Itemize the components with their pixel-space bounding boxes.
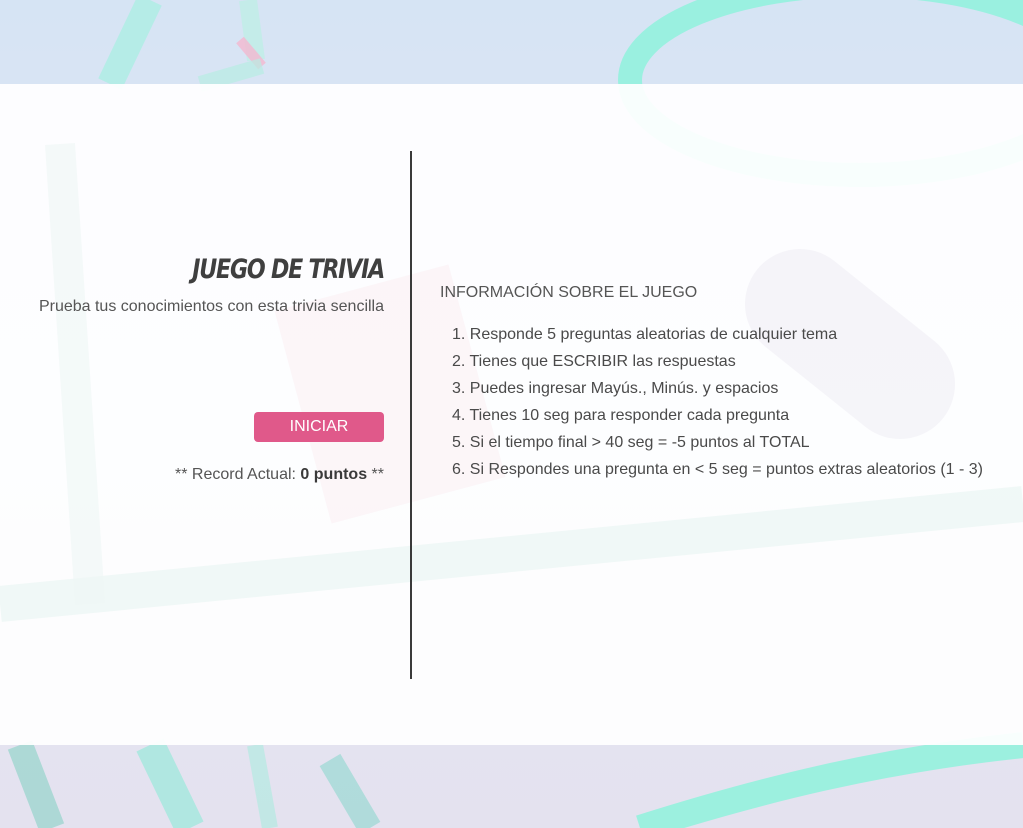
rule-item: 1. Responde 5 preguntas aleatorias de cu… bbox=[452, 326, 838, 343]
rule-item: 5. Si el tiempo final > 40 seg = -5 punt… bbox=[452, 434, 810, 451]
record-display: ** Record Actual: 0 puntos ** bbox=[0, 466, 384, 484]
rule-item: 4. Tienes 10 seg para responder cada pre… bbox=[452, 407, 790, 424]
info-section: INFORMACIÓN SOBRE EL JUEGO 1. Responde 5… bbox=[440, 283, 1023, 483]
page-subtitle: Prueba tus conocimientos con esta trivia… bbox=[38, 298, 384, 315]
info-title: INFORMACIÓN SOBRE EL JUEGO bbox=[440, 284, 698, 301]
rules-list: 1. Responde 5 preguntas aleatorias de cu… bbox=[440, 321, 1023, 483]
rule-item: 3. Puedes ingresar Mayús., Minús. y espa… bbox=[452, 380, 779, 397]
vertical-divider bbox=[410, 151, 412, 679]
start-button[interactable]: INICIAR bbox=[254, 412, 384, 442]
main-panel: JUEGO DE TRIVIA Prueba tus conocimientos… bbox=[0, 84, 1023, 745]
intro-section: JUEGO DE TRIVIA Prueba tus conocimientos… bbox=[0, 252, 385, 317]
rule-item: 6. Si Respondes una pregunta en < 5 seg … bbox=[452, 461, 983, 478]
record-value: 0 puntos bbox=[300, 466, 368, 483]
rule-item: 2. Tienes que ESCRIBIR las respuestas bbox=[452, 353, 736, 370]
record-prefix: ** Record Actual: bbox=[175, 466, 301, 483]
page-title: JUEGO DE TRIVIA bbox=[192, 254, 385, 285]
record-suffix: ** bbox=[367, 466, 384, 483]
